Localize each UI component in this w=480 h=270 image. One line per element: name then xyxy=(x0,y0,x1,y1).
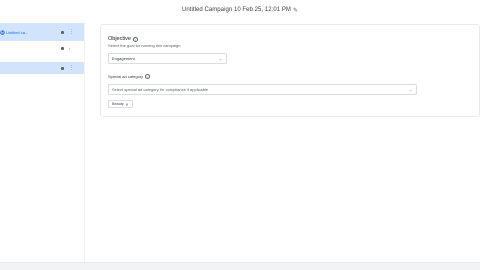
chip-label: Beauty xyxy=(112,102,124,106)
special-ad-category-placeholder: Select special ad category for complianc… xyxy=(112,87,209,92)
more-vert-icon[interactable]: ⋮ xyxy=(69,65,74,71)
special-ad-category-select[interactable]: Select special ad category for complianc… xyxy=(108,84,417,95)
sidebar-item-campaign[interactable]: Ⓜ️ Untitled ca... ⋮ xyxy=(0,23,84,41)
square-icon[interactable] xyxy=(61,46,64,50)
sidebar-item-label: Ⓜ️ Untitled ca... xyxy=(0,29,29,35)
info-icon[interactable]: i xyxy=(132,36,138,42)
objective-select[interactable]: Engagement ⌄ xyxy=(108,53,227,64)
objective-card: Objective i Select the goal for running … xyxy=(100,24,480,117)
objective-heading: Objective i xyxy=(108,36,138,42)
objective-selected-value: Engagement xyxy=(112,56,135,61)
square-icon[interactable] xyxy=(61,66,64,70)
sidebar-item-secondary[interactable]: › xyxy=(0,42,84,54)
close-icon[interactable]: ✕ xyxy=(125,102,128,107)
chevron-down-icon: ⌄ xyxy=(219,56,222,61)
square-icon[interactable] xyxy=(61,30,64,34)
special-ad-category-label: Special ad category xyxy=(108,74,144,79)
sidebar-item-ad-set[interactable]: ⋮ xyxy=(0,62,84,74)
chevron-down-icon: ⌄ xyxy=(409,87,412,92)
category-chip[interactable]: Beauty ✕ xyxy=(108,100,133,108)
more-vert-icon[interactable]: ⋮ xyxy=(69,29,74,35)
campaign-title[interactable]: Untitled Campaign 10 Feb 25, 12:01 PM xyxy=(182,7,291,13)
chevron-right-icon[interactable]: › xyxy=(69,46,70,51)
pencil-icon[interactable]: ✎ xyxy=(293,7,298,14)
top-bar: Untitled Campaign 10 Feb 25, 12:01 PM ✎ xyxy=(0,0,480,20)
objective-title: Objective xyxy=(108,36,131,42)
info-icon[interactable]: i xyxy=(145,74,151,79)
bottom-bar xyxy=(0,262,480,270)
sidebar: Ⓜ️ Untitled ca... ⋮ › ⋮ xyxy=(0,20,84,270)
objective-subtitle: Select the goal for running this campaig… xyxy=(108,43,181,48)
special-ad-category-heading: Special ad category i xyxy=(108,74,151,79)
sidebar-divider xyxy=(84,20,85,270)
